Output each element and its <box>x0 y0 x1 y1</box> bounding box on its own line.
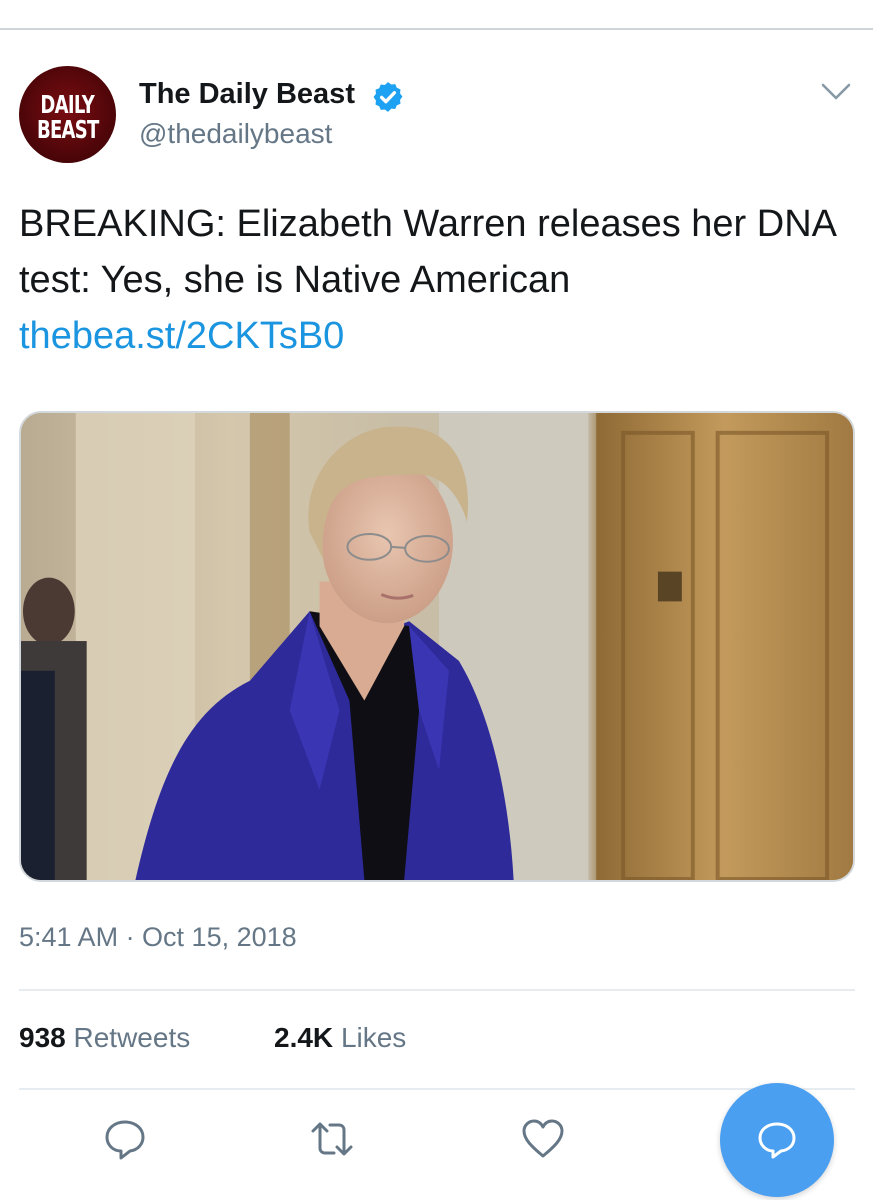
handle[interactable]: @thedailybeast <box>139 118 332 150</box>
compose-reply-icon <box>758 1122 796 1159</box>
top-divider <box>0 28 873 30</box>
like-count: 2.4K <box>274 1022 334 1053</box>
display-name[interactable]: The Daily Beast <box>139 78 355 111</box>
avatar[interactable]: DAILY BEAST <box>19 66 116 163</box>
tweet-link[interactable]: thebea.st/2CKTsB0 <box>19 308 344 364</box>
chevron-down-icon[interactable] <box>820 80 852 104</box>
compose-reply-button[interactable] <box>720 1083 834 1197</box>
retweet-label: Retweets <box>73 1022 191 1053</box>
divider <box>19 1088 855 1090</box>
avatar-logo-line-2: BEAST <box>36 114 99 144</box>
divider <box>19 989 855 991</box>
like-stat[interactable]: 2.4K Likes <box>274 1022 406 1054</box>
tweet-timestamp: 5:41 AM · Oct 15, 2018 <box>19 922 297 952</box>
like-label: Likes <box>340 1022 407 1053</box>
tweet-photo[interactable] <box>19 411 855 882</box>
retweet-icon[interactable] <box>310 1117 354 1161</box>
heart-icon[interactable] <box>521 1117 565 1161</box>
retweet-stat[interactable]: 938 Retweets <box>19 1022 190 1054</box>
retweet-count: 938 <box>19 1022 66 1053</box>
reply-icon[interactable] <box>103 1117 147 1161</box>
verified-badge-icon <box>373 82 403 112</box>
avatar-logo-line-1: DAILY <box>40 89 95 119</box>
tweet-photo-image <box>21 413 853 880</box>
tweet-text: BREAKING: Elizabeth Warren releases her … <box>19 203 835 301</box>
